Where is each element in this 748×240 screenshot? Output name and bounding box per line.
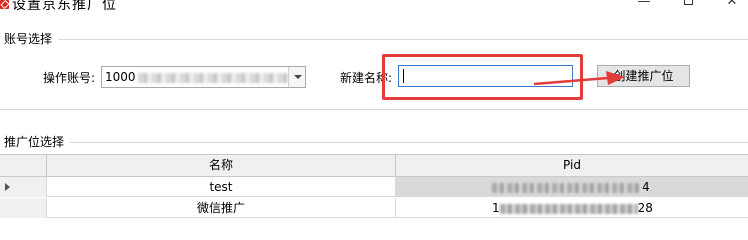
window-title: 设置京东推广位 — [12, 0, 117, 13]
group-border — [58, 39, 748, 40]
cell-name[interactable]: test — [47, 177, 396, 197]
adzone-group-title: 推广位选择 — [4, 133, 69, 150]
title-bar: 设置京东推广位 — ✕ — [0, 0, 748, 14]
row-selector-header — [0, 155, 47, 177]
cell-pid[interactable]: 4 — [396, 177, 748, 197]
cell-pid[interactable]: 1 28 — [396, 198, 748, 218]
table-header: 名称 Pid — [0, 155, 748, 177]
account-label: 操作账号: — [43, 71, 96, 85]
table-row[interactable]: test 4 — [0, 177, 748, 197]
redacted-pid — [492, 182, 642, 193]
account-select[interactable]: 1000 — [101, 66, 306, 88]
redacted-account — [137, 72, 288, 83]
column-header-name[interactable]: 名称 — [47, 155, 396, 177]
dropdown-arrow-icon[interactable] — [288, 67, 305, 87]
annotation-arrow-icon — [533, 71, 625, 86]
group-border — [70, 142, 748, 143]
account-value: 1000 — [105, 70, 288, 84]
close-icon[interactable]: ✕ — [722, 0, 742, 9]
cell-name[interactable]: 微信推广 — [47, 198, 396, 218]
table-row[interactable]: 微信推广 1 28 — [0, 198, 748, 218]
redacted-pid — [499, 203, 638, 214]
jd-app-icon — [0, 0, 9, 9]
maximize-icon[interactable] — [678, 0, 698, 9]
account-group-title: 账号选择 — [4, 30, 57, 47]
column-header-pid[interactable]: Pid — [396, 155, 748, 177]
minimize-icon[interactable]: — — [634, 0, 654, 9]
adzone-table: 名称 Pid test 4 微信推广 1 28 — [0, 154, 748, 234]
row-selector[interactable] — [0, 198, 47, 218]
row-pointer-icon — [5, 183, 10, 191]
group-border — [0, 109, 748, 110]
row-selector[interactable] — [0, 177, 47, 197]
